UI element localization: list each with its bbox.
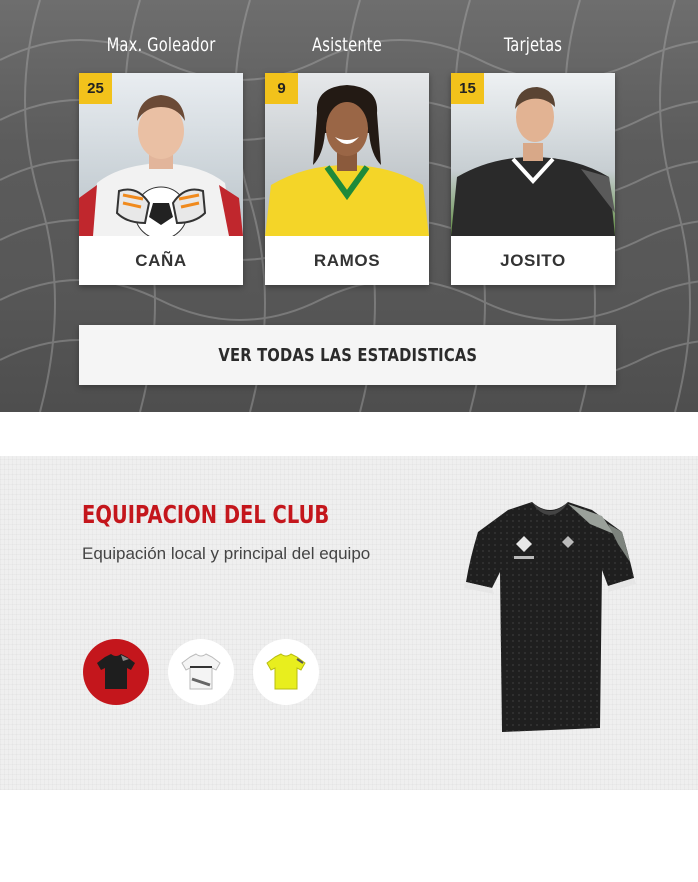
kit-swatch-white[interactable] [168, 639, 234, 705]
kit-section: EQUIPACION DEL CLUB Equipación local y p… [0, 456, 698, 790]
kit-subtitle: Equipación local y principal del equipo [82, 544, 371, 563]
stat-title: Asistente [312, 34, 382, 56]
stat-value-badge: 25 [79, 73, 112, 104]
stat-title: Max. Goleador [106, 34, 216, 56]
stat-title: Tarjetas [503, 34, 563, 56]
player-card[interactable]: 9 RAMOS [265, 73, 429, 285]
player-photo: 9 [265, 73, 429, 236]
stat-value-badge: 15 [451, 73, 484, 104]
player-name: CAÑA [135, 251, 187, 270]
player-card[interactable]: 25 CAÑA [79, 73, 243, 285]
kit-swatch-yellow[interactable] [253, 639, 319, 705]
stat-value-badge: 9 [265, 73, 298, 104]
jersey-image [464, 502, 636, 732]
view-all-stats-label: VER TODAS LAS ESTADISTICAS [218, 344, 477, 366]
player-name: JOSITO [500, 251, 566, 270]
stats-section: Max. Goleador 25 CAÑA Asistente 9 RAMOS … [0, 0, 698, 412]
view-all-stats-button[interactable]: VER TODAS LAS ESTADISTICAS [79, 325, 616, 385]
player-photo: 25 [79, 73, 243, 236]
player-card[interactable]: 15 JOSITO [451, 73, 615, 285]
kit-swatch-black[interactable] [83, 639, 149, 705]
player-name: RAMOS [313, 251, 381, 270]
player-photo: 15 [451, 73, 615, 236]
kit-title: EQUIPACION DEL CLUB [82, 500, 330, 529]
